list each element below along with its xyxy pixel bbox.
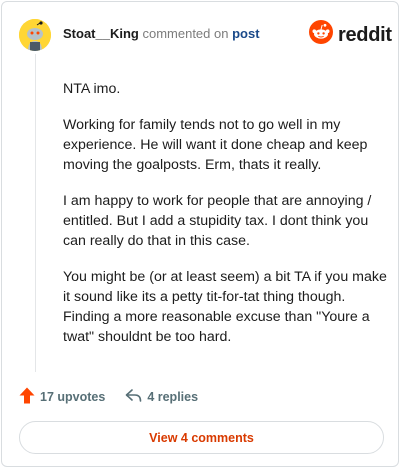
- view-comments-button[interactable]: View 4 comments: [19, 421, 384, 454]
- upvote-arrow-icon: [19, 387, 35, 407]
- reply-count: 4 replies: [147, 390, 199, 404]
- reddit-wordmark: reddit: [338, 23, 392, 46]
- comment-paragraph: You might be (or at least seem) a bit TA…: [63, 269, 387, 345]
- reddit-logo-icon: [309, 20, 333, 49]
- comment-header: Stoat__King commented on post: [63, 26, 260, 42]
- action-text: commented on: [142, 26, 229, 41]
- comment-paragraph: Working for family tends not to go well …: [63, 117, 368, 173]
- thread-line: [35, 54, 36, 372]
- upvote-button[interactable]: 17 upvotes: [19, 387, 105, 407]
- comment-actions: 17 upvotes 4 replies: [19, 387, 199, 407]
- comment-body: NTA imo. Working for family tends not to…: [63, 79, 389, 363]
- replies-button[interactable]: 4 replies: [125, 388, 199, 406]
- comment-card: Stoat__King commented on post reddit NTA…: [1, 1, 399, 467]
- snoo-avatar-icon[interactable]: [19, 19, 51, 51]
- upvote-count: 17 upvotes: [40, 390, 106, 404]
- username-link[interactable]: Stoat__King: [63, 26, 139, 41]
- reddit-logo[interactable]: reddit: [309, 20, 392, 49]
- comment-paragraph: NTA imo.: [63, 81, 121, 97]
- post-link[interactable]: post: [232, 26, 259, 41]
- comment-paragraph: I am happy to work for people that are a…: [63, 193, 372, 249]
- reply-arrow-icon: [125, 388, 142, 406]
